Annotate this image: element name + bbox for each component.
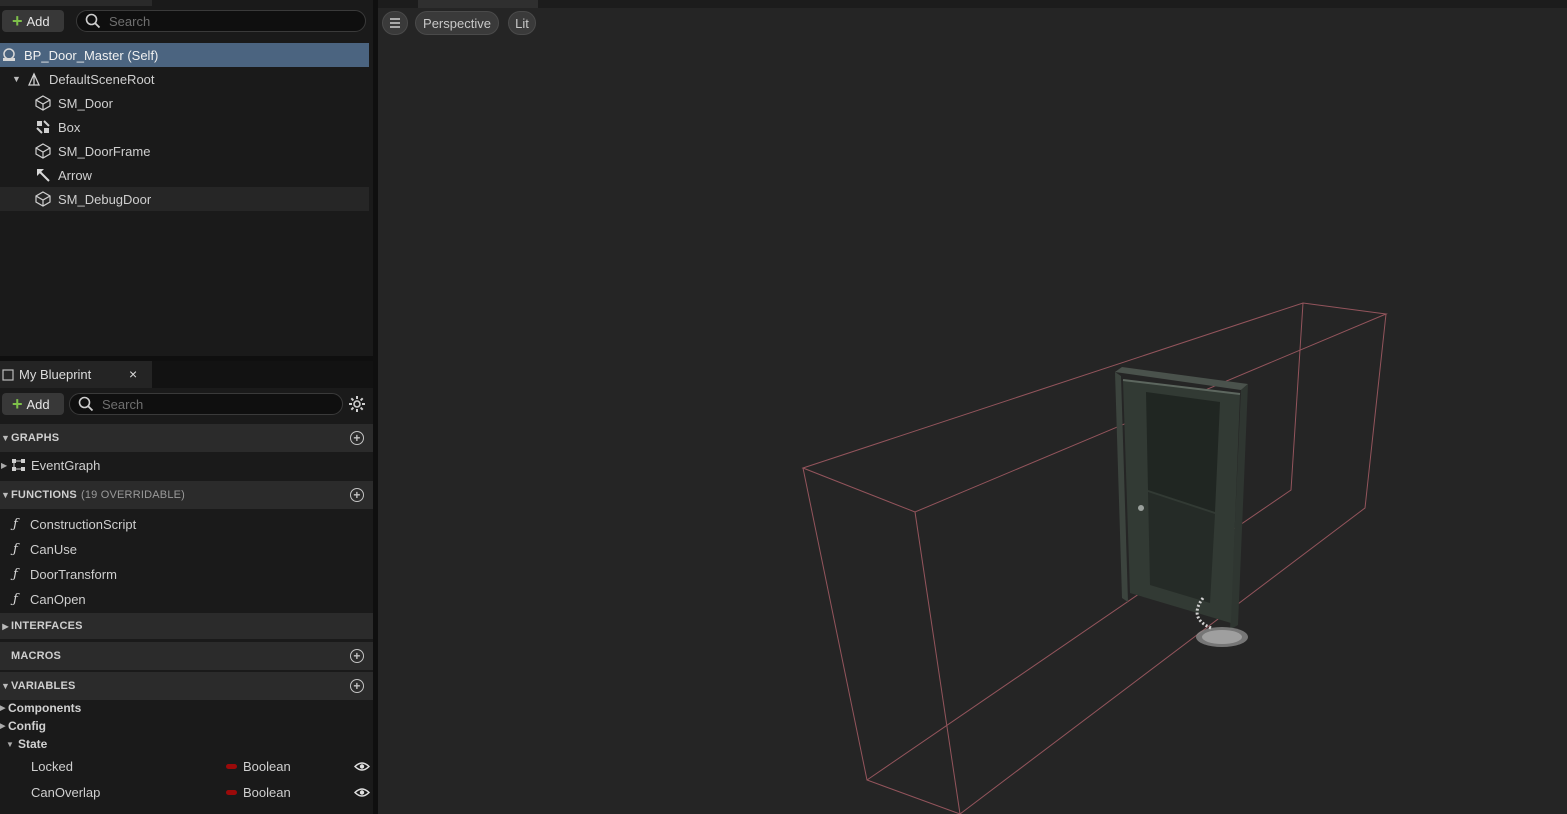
boolean-type-pill-icon [226,764,237,769]
variable-row-canoverlap[interactable]: CanOverlap Boolean [0,780,373,804]
collapse-arrow-icon[interactable]: ▼ [6,740,18,749]
close-icon[interactable]: × [129,366,137,382]
components-add-label: Add [26,13,50,29]
viewport[interactable]: Perspective Lit [378,0,1567,814]
variable-name: Locked [31,759,73,774]
tree-item-label: SM_DoorFrame [58,143,151,159]
eye-icon[interactable] [354,761,370,772]
variable-row-locked[interactable]: Locked Boolean [0,754,373,778]
tree-item-defaultsceneroot[interactable]: ▼ DefaultSceneRoot [0,67,369,91]
collapse-arrow-icon[interactable]: ▼ [0,681,11,691]
tree-item-label: SM_Door [58,95,113,111]
section-functions[interactable]: ▼ FUNCTIONS (19 OVERRIDABLE) + [0,481,373,509]
tree-item-sm-debugdoor[interactable]: SM_DebugDoor [0,187,369,211]
function-item[interactable]: ƒ DoorTransform [0,562,373,586]
section-graphs-label: GRAPHS [11,432,60,444]
variable-category-label: Config [8,719,46,733]
add-variable-icon[interactable]: + [350,679,364,693]
expand-arrow-icon[interactable]: ▶ [1,461,11,470]
tree-item-label: Box [58,119,81,135]
tree-item-sm-doorframe[interactable]: SM_DoorFrame [0,139,369,163]
function-item-label: ConstructionScript [30,516,137,532]
tree-item-label: BP_Door_Master (Self) [24,47,159,63]
add-macro-icon[interactable]: + [350,649,364,663]
static-mesh-icon [35,143,51,159]
box-collision-icon [35,119,51,135]
tree-item-label: Arrow [58,167,92,183]
function-icon: ƒ [13,591,18,607]
blueprint-add-label: Add [26,396,50,412]
tree-item-self[interactable]: BP_Door_Master (Self) [0,43,369,67]
section-variables-label: VARIABLES [11,680,76,692]
tree-item-box[interactable]: Box [0,115,369,139]
variable-category-config[interactable]: ▶ Config [0,717,46,735]
expand-arrow-icon[interactable]: ▶ [0,722,8,730]
section-macros-label: MACROS [11,650,62,662]
plus-icon: + [12,11,23,31]
variable-category-label: Components [8,701,82,715]
boolean-type-pill-icon [226,790,237,795]
graph-item-eventgraph[interactable]: ▶ EventGraph [0,453,373,477]
arrow-icon [35,167,51,183]
function-item-label: DoorTransform [30,566,117,582]
function-item-label: CanOpen [30,591,86,607]
components-add-button[interactable]: + Add [2,10,64,32]
collapse-arrow-icon[interactable]: ▼ [0,490,11,500]
components-search-placeholder: Search [109,13,151,29]
function-icon: ƒ [13,541,18,557]
components-search-input[interactable]: Search [76,10,366,32]
add-graph-icon[interactable]: + [350,431,364,445]
event-graph-icon [12,459,25,471]
variable-category-label: State [18,737,48,751]
blueprint-search-input[interactable]: Search [69,393,343,415]
section-graphs[interactable]: ▼ GRAPHS + [0,424,373,452]
my-blueprint-tab-label: My Blueprint [19,367,92,382]
gear-icon[interactable] [348,395,366,413]
construction-script-icon: ƒ [13,516,18,532]
section-interfaces-label: INTERFACES [11,620,83,632]
static-mesh-icon [35,191,51,207]
tree-item-sm-door[interactable]: SM_Door [0,91,369,115]
section-functions-label: FUNCTIONS [11,489,77,501]
actor-icon [1,47,17,63]
function-item[interactable]: ƒ CanOpen [0,587,373,611]
expand-arrow-icon[interactable]: ▶ [0,622,11,631]
blueprint-icon [2,368,14,381]
tree-item-label: SM_DebugDoor [58,191,152,207]
search-icon [78,396,94,412]
components-tab-strip [0,0,152,6]
door-mesh [1115,367,1248,647]
static-mesh-icon [35,95,51,111]
search-icon [85,13,101,29]
tree-item-arrow[interactable]: Arrow [0,163,369,187]
collision-box-wireframe [801,302,1388,814]
section-variables[interactable]: ▼ VARIABLES + [0,672,373,700]
variable-name: CanOverlap [31,785,101,800]
scene-canvas[interactable] [378,0,1567,814]
variable-type[interactable]: Boolean [243,759,291,774]
variable-type[interactable]: Boolean [243,785,291,800]
variable-category-state[interactable]: ▼ State [6,735,47,753]
section-functions-note: (19 OVERRIDABLE) [80,489,186,501]
function-item[interactable]: ƒ CanUse [0,537,373,561]
scene-root-icon [26,71,42,87]
blueprint-search-placeholder: Search [102,396,144,412]
function-item-label: CanUse [30,541,77,557]
add-function-icon[interactable]: + [350,488,364,502]
expand-arrow-icon[interactable]: ▶ [0,704,8,712]
eye-icon[interactable] [354,787,370,798]
function-item[interactable]: ƒ ConstructionScript [0,512,373,536]
my-blueprint-tab[interactable]: My Blueprint × [0,361,152,388]
left-panel: + Add Search BP_Door_Master (Self) ▼ Def… [0,0,375,814]
function-icon: ƒ [13,566,18,582]
collapse-arrow-icon[interactable]: ▼ [0,433,11,443]
section-macros[interactable]: MACROS + [0,642,373,670]
plus-icon: + [12,394,23,414]
section-interfaces[interactable]: ▶ INTERFACES [0,613,373,639]
blueprint-add-button[interactable]: + Add [2,393,64,415]
graph-item-label: EventGraph [31,457,101,473]
expand-arrow-icon[interactable]: ▼ [12,74,22,84]
tree-item-label: DefaultSceneRoot [49,71,155,87]
variable-category-components[interactable]: ▶ Components [0,699,81,717]
